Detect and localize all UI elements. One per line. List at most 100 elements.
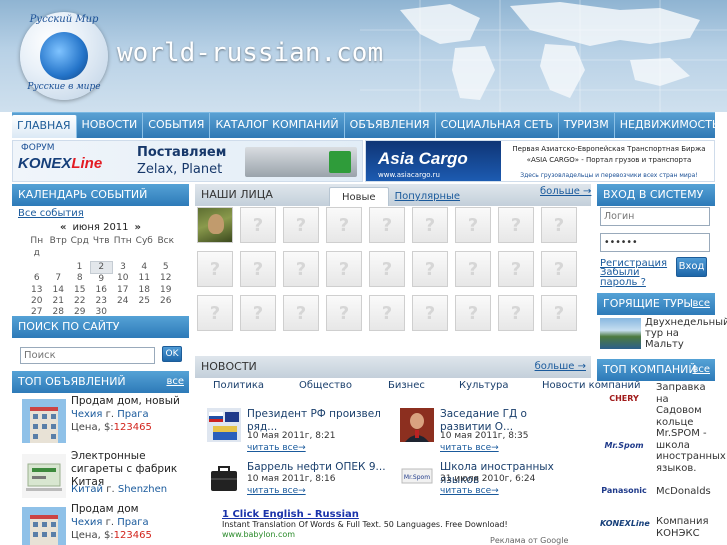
member-avatar-placeholder[interactable]: ?: [498, 295, 534, 331]
news-category[interactable]: Новости компаний: [542, 380, 641, 391]
member-avatar-placeholder[interactable]: ?: [541, 295, 577, 331]
calendar-day[interactable]: 13: [26, 285, 48, 296]
calendar-day[interactable]: 10: [112, 273, 134, 285]
nav-item-classifieds[interactable]: ОБЪЯВЛЕНИЯ: [345, 113, 436, 138]
news-item[interactable]: Президент РФ произвел ряд... 10 мая 2011…: [197, 408, 387, 458]
calendar-day[interactable]: 23: [91, 296, 113, 307]
companies-all-link[interactable]: все: [692, 359, 710, 381]
member-avatar-placeholder[interactable]: ?: [455, 251, 491, 287]
banner-konex[interactable]: ФОРУМ KONEXLine Поставляем Zelax, Planet: [12, 140, 363, 182]
member-avatar-placeholder[interactable]: ?: [283, 295, 319, 331]
news-read-more[interactable]: читать все→: [440, 443, 499, 453]
member-avatar-placeholder[interactable]: ?: [197, 251, 233, 287]
company-name[interactable]: McDonalds: [656, 486, 716, 498]
calendar-day[interactable]: 2: [90, 260, 113, 274]
member-avatar-placeholder[interactable]: ?: [240, 251, 276, 287]
news-category[interactable]: Культура: [459, 380, 509, 391]
calendar-day[interactable]: 21: [48, 296, 70, 307]
search-button[interactable]: OK: [162, 346, 182, 362]
member-avatar-placeholder[interactable]: ?: [369, 295, 405, 331]
calendar-day[interactable]: 25: [134, 296, 156, 307]
member-avatar[interactable]: [197, 207, 233, 243]
next-month-button[interactable]: »: [135, 222, 141, 233]
calendar-day[interactable]: 16: [91, 285, 113, 296]
login-field[interactable]: [600, 207, 710, 226]
news-more-link[interactable]: больше →: [535, 356, 586, 378]
nav-item-news[interactable]: НОВОСТИ: [77, 113, 144, 138]
nav-item-events[interactable]: СОБЫТИЯ: [143, 113, 211, 138]
news-category[interactable]: Бизнес: [388, 380, 425, 391]
member-avatar-placeholder[interactable]: ?: [541, 251, 577, 287]
member-avatar-placeholder[interactable]: ?: [369, 207, 405, 243]
news-category[interactable]: Политика: [213, 380, 264, 391]
member-avatar-placeholder[interactable]: ?: [240, 207, 276, 243]
nav-item-catalog[interactable]: КАТАЛОГ КОМПАНИЙ: [210, 113, 345, 138]
text-ad-link[interactable]: 1 Click English - Russian: [222, 509, 359, 520]
calendar-day[interactable]: 15: [69, 285, 91, 296]
member-avatar-placeholder[interactable]: ?: [412, 251, 448, 287]
calendar-day[interactable]: 26: [155, 296, 177, 307]
member-avatar-placeholder[interactable]: ?: [326, 207, 362, 243]
company-name[interactable]: Mr.SPOM - школа иностранных языков.: [656, 428, 726, 474]
ads-all-link[interactable]: все: [166, 371, 184, 393]
calendar-day[interactable]: 17: [112, 285, 134, 296]
news-item[interactable]: Баррель нефти ОПЕК 9... 10 мая 2011г, 8:…: [197, 461, 387, 511]
calendar-day[interactable]: 1: [69, 261, 91, 273]
nav-item-social[interactable]: СОЦИАЛЬНАЯ СЕТЬ: [436, 113, 559, 138]
calendar-day[interactable]: 6: [26, 273, 48, 285]
faces-more-link[interactable]: больше →: [540, 186, 591, 197]
search-input[interactable]: [20, 347, 155, 364]
ad-title[interactable]: Продам дом: [71, 503, 189, 516]
news-headline[interactable]: Баррель нефти ОПЕК 9...: [247, 461, 387, 474]
tour-title[interactable]: Двухнедельный тур на Мальту: [645, 317, 727, 350]
banner-asia-cargo[interactable]: Asia Cargo www.asiacargo.ru Первая Азиат…: [365, 140, 715, 182]
member-avatar-placeholder[interactable]: ?: [498, 207, 534, 243]
calendar-day[interactable]: 19: [155, 285, 177, 296]
member-avatar-placeholder[interactable]: ?: [541, 207, 577, 243]
member-avatar-placeholder[interactable]: ?: [326, 251, 362, 287]
member-avatar-placeholder[interactable]: ?: [455, 207, 491, 243]
calendar-day[interactable]: 20: [26, 296, 48, 307]
member-avatar-placeholder[interactable]: ?: [197, 295, 233, 331]
member-avatar-placeholder[interactable]: ?: [412, 295, 448, 331]
company-name[interactable]: Компания КОНЭКС: [656, 516, 716, 539]
member-avatar-placeholder[interactable]: ?: [283, 207, 319, 243]
calendar-day[interactable]: 24: [112, 296, 134, 307]
tours-all-link[interactable]: все: [692, 293, 710, 315]
news-read-more[interactable]: читать все→: [247, 443, 306, 453]
calendar-day[interactable]: 9: [91, 273, 113, 285]
all-events-link[interactable]: Все события: [18, 208, 84, 219]
calendar-day[interactable]: 12: [155, 273, 177, 285]
calendar-day[interactable]: 14: [48, 285, 70, 296]
site-logo[interactable]: Русский Мир Русские в мире: [20, 12, 108, 100]
password-field[interactable]: [600, 233, 710, 252]
nav-item-tourism[interactable]: ТУРИЗМ: [559, 113, 615, 138]
calendar-day[interactable]: 11: [134, 273, 156, 285]
tab-popular[interactable]: Популярные: [389, 187, 466, 206]
text-ad-url[interactable]: www.babylon.com: [222, 530, 295, 539]
calendar-day[interactable]: 3: [112, 261, 134, 273]
news-item[interactable]: Заседание ГД о развитии О... 10 мая 2011…: [390, 408, 580, 458]
member-avatar-placeholder[interactable]: ?: [369, 251, 405, 287]
calendar-day[interactable]: 22: [69, 296, 91, 307]
news-read-more[interactable]: читать все→: [440, 486, 499, 496]
tab-new[interactable]: Новые: [329, 187, 389, 206]
calendar-day[interactable]: 8: [69, 273, 91, 285]
nav-item-realty[interactable]: НЕДВИЖИМОСТЬ И БИЗНЕС: [615, 113, 727, 138]
member-avatar-placeholder[interactable]: ?: [455, 295, 491, 331]
ad-item[interactable]: Электронные сигареты с фабрик Китая Кита…: [12, 450, 189, 506]
member-avatar-placeholder[interactable]: ?: [240, 295, 276, 331]
login-button[interactable]: Вход: [676, 257, 707, 277]
member-avatar-placeholder[interactable]: ?: [283, 251, 319, 287]
calendar-day[interactable]: 5: [155, 261, 177, 273]
ad-title[interactable]: Продам дом, новый: [71, 395, 189, 408]
ads-by-google[interactable]: Реклама от Google: [490, 536, 568, 545]
news-read-more[interactable]: читать все→: [247, 486, 306, 496]
ad-item[interactable]: Продам дом Чехия г. Прага Цена, $:123465: [12, 503, 189, 545]
member-avatar-placeholder[interactable]: ?: [326, 295, 362, 331]
news-item[interactable]: Mr.Spom Школа иностранных языков 31 июля…: [390, 461, 580, 511]
member-avatar-placeholder[interactable]: ?: [498, 251, 534, 287]
prev-month-button[interactable]: «: [60, 222, 66, 233]
news-category[interactable]: Общество: [299, 380, 352, 391]
calendar-day[interactable]: 4: [134, 261, 156, 273]
